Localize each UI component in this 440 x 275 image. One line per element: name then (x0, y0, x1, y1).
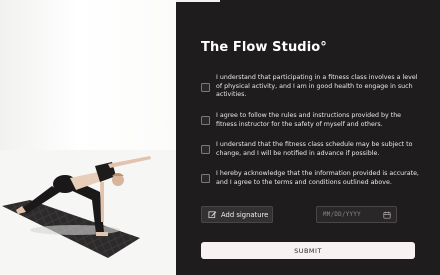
waiver-form-panel: The Flow Studio° I understand that parti… (176, 0, 440, 275)
date-placeholder: MM/DD/YYYY (323, 211, 361, 218)
agreement-text: I understand that participating in a fit… (216, 74, 418, 99)
agreement-text: I hereby acknowledge that the informatio… (216, 170, 419, 186)
agreement-checkbox[interactable] (201, 145, 210, 155)
agreement-physical-activity[interactable]: I understand that participating in a fit… (201, 74, 421, 100)
submit-label: SUBMIT (294, 246, 322, 255)
agreement-follow-rules[interactable]: I agree to follow the rules and instruct… (201, 112, 421, 129)
date-input[interactable]: MM/DD/YYYY (316, 206, 397, 223)
studio-title: The Flow Studio° (201, 40, 327, 55)
calendar-icon[interactable] (383, 211, 391, 219)
add-signature-label: Add signature (221, 210, 269, 219)
submit-button[interactable]: SUBMIT (201, 242, 415, 259)
agreement-checkbox[interactable] (201, 174, 210, 184)
agreement-text: I understand that the fitness class sche… (216, 141, 413, 157)
edit-signature-icon (208, 210, 217, 219)
panel-accent-bar (176, 0, 220, 2)
yoga-photo (0, 0, 176, 275)
agreement-text: I agree to follow the rules and instruct… (216, 112, 402, 128)
waiver-page: The Flow Studio° I understand that parti… (0, 0, 440, 275)
add-signature-button[interactable]: Add signature (201, 206, 273, 223)
agreement-checkbox[interactable] (201, 116, 210, 126)
agreement-checkbox[interactable] (201, 82, 210, 92)
yoga-illustration (0, 150, 176, 275)
agreement-schedule-change[interactable]: I understand that the fitness class sche… (201, 141, 421, 158)
agreement-terms-accurate[interactable]: I hereby acknowledge that the informatio… (201, 170, 421, 187)
